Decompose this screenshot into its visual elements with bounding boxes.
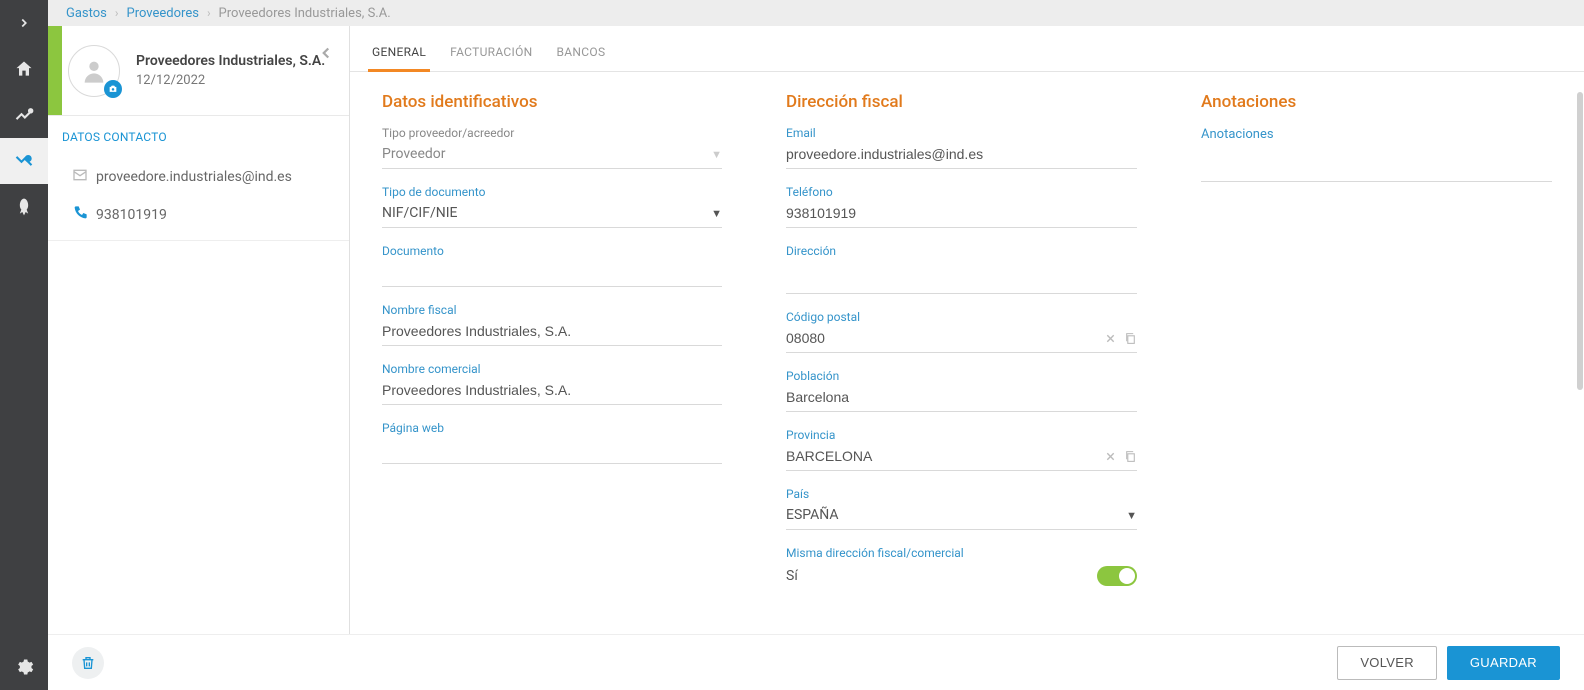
link-anotaciones[interactable]: Anotaciones [1201, 127, 1274, 142]
sidebar-analytics-icon[interactable] [0, 92, 48, 138]
record-date: 12/12/2022 [136, 73, 325, 88]
collapse-icon[interactable] [315, 42, 337, 64]
section-direccion: Dirección fiscal [786, 92, 1137, 112]
phone-icon [72, 205, 96, 225]
chevron-down-icon: ▼ [1126, 509, 1137, 522]
input-email[interactable] [786, 146, 1137, 162]
email-icon [72, 167, 96, 187]
sidebar-settings-icon[interactable] [0, 644, 48, 690]
select-tipo-proveedor[interactable]: Proveedor [382, 146, 705, 162]
tab-bancos[interactable]: BANCOS [557, 45, 606, 71]
chevron-down-icon: ▼ [711, 148, 722, 161]
label-misma-direccion: Misma dirección fiscal/comercial [786, 546, 1137, 560]
record-sidebar: Proveedores Industriales, S.A. 12/12/202… [48, 26, 350, 690]
status-stripe [48, 26, 62, 115]
sidebar-expand-icon[interactable] [0, 0, 48, 46]
chevron-right-icon: › [115, 6, 119, 20]
select-tipo-documento[interactable]: NIF/CIF/NIE [382, 205, 705, 221]
crumb-current: Proveedores Industriales, S.A. [219, 6, 391, 21]
scrollbar[interactable] [1576, 92, 1584, 634]
input-direccion[interactable] [786, 268, 1137, 284]
record-name: Proveedores Industriales, S.A. [136, 53, 325, 69]
input-pagina-web[interactable] [382, 441, 722, 457]
label-tipo-proveedor: Tipo proveedor/acreedor [382, 126, 722, 140]
record-detail: GENERAL FACTURACIÓN BANCOS Datos identif… [350, 26, 1584, 690]
clear-icon[interactable] [1105, 451, 1116, 462]
breadcrumb: Gastos › Proveedores › Proveedores Indus… [48, 0, 1584, 26]
delete-button[interactable] [72, 647, 104, 679]
sidebar-nav [0, 0, 48, 690]
section-identificativos: Datos identificativos [382, 92, 722, 112]
label-pagina-web: Página web [382, 421, 722, 435]
label-tipo-documento: Tipo de documento [382, 185, 722, 199]
misma-direccion-text: Sí [786, 568, 1097, 584]
input-telefono[interactable] [786, 205, 1137, 221]
footer-bar: VOLVER GUARDAR [48, 634, 1584, 690]
contact-email-row[interactable]: proveedore.industriales@ind.es [62, 158, 335, 196]
copy-icon[interactable] [1124, 332, 1137, 345]
contact-phone-row[interactable]: 938101919 [62, 196, 335, 234]
label-direccion: Dirección [786, 244, 1137, 258]
back-button[interactable]: VOLVER [1337, 646, 1437, 680]
save-button[interactable]: GUARDAR [1447, 646, 1560, 680]
input-nombre-fiscal[interactable] [382, 323, 722, 339]
tab-general[interactable]: GENERAL [372, 45, 426, 71]
chevron-down-icon: ▼ [711, 207, 722, 220]
crumb-gastos[interactable]: Gastos [66, 6, 107, 21]
select-pais[interactable]: ESPAÑA [786, 507, 1120, 523]
label-nombre-comercial: Nombre comercial [382, 362, 722, 376]
clear-icon[interactable] [1105, 333, 1116, 344]
tab-bar: GENERAL FACTURACIÓN BANCOS [350, 26, 1584, 72]
input-codigo-postal[interactable] [786, 330, 1097, 346]
contact-phone-value: 938101919 [96, 207, 167, 223]
contact-heading: DATOS CONTACTO [62, 130, 335, 144]
input-nombre-comercial[interactable] [382, 382, 722, 398]
label-nombre-fiscal: Nombre fiscal [382, 303, 722, 317]
label-poblacion: Población [786, 369, 1137, 383]
record-header: Proveedores Industriales, S.A. 12/12/202… [48, 26, 349, 116]
chevron-right-icon: › [207, 6, 211, 20]
label-provincia: Provincia [786, 428, 1137, 442]
label-pais: País [786, 487, 1137, 501]
divider [48, 240, 349, 241]
sidebar-home-icon[interactable] [0, 46, 48, 92]
section-anotaciones: Anotaciones [1201, 92, 1552, 112]
copy-icon[interactable] [1124, 450, 1137, 463]
label-documento: Documento [382, 244, 722, 258]
input-provincia[interactable] [786, 448, 1097, 464]
input-poblacion[interactable] [786, 389, 1137, 405]
label-email: Email [786, 126, 1137, 140]
crumb-proveedores[interactable]: Proveedores [127, 6, 199, 21]
label-codigo-postal: Código postal [786, 310, 1137, 324]
label-telefono: Teléfono [786, 185, 1137, 199]
toggle-misma-direccion[interactable] [1097, 566, 1137, 586]
sidebar-expenses-icon[interactable] [0, 138, 48, 184]
tab-facturacion[interactable]: FACTURACIÓN [450, 45, 532, 71]
camera-icon[interactable] [104, 80, 122, 98]
input-documento[interactable] [382, 264, 722, 280]
sidebar-launch-icon[interactable] [0, 184, 48, 230]
contact-email-value: proveedore.industriales@ind.es [96, 169, 292, 185]
